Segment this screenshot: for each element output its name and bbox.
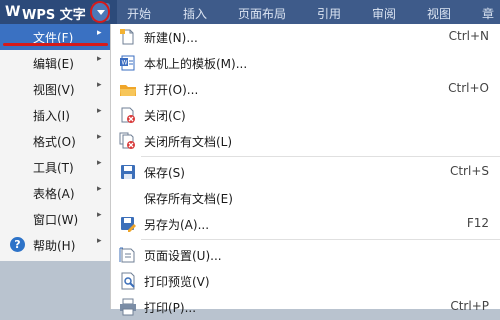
annotation-circle (90, 1, 110, 23)
chevron-right-icon: ▸ (97, 184, 102, 194)
tab-review[interactable]: 审阅 (372, 5, 396, 22)
menu-item-label: 页面设置(U)... (144, 249, 222, 263)
print-preview-icon (121, 272, 135, 290)
menu-item-open[interactable]: 打开(O)... Ctrl+O (111, 76, 500, 102)
page-setup-icon (119, 247, 135, 263)
save-icon (121, 165, 135, 179)
close-document-icon (121, 107, 135, 123)
menu-item-view[interactable]: 视图(V) ▸ (0, 76, 110, 102)
menu-item-table[interactable]: 表格(A) ▸ (0, 180, 110, 206)
menu-item-label: 窗口(W) (33, 213, 79, 227)
menu-separator (141, 239, 500, 240)
menu-item-label: 帮助(H) (33, 239, 76, 253)
menu-item-save[interactable]: 保存(S) Ctrl+S (111, 159, 500, 185)
tab-insert[interactable]: 插入 (183, 5, 207, 22)
menu-item-window[interactable]: 窗口(W) ▸ (0, 206, 110, 232)
shortcut-label: Ctrl+P (450, 299, 489, 313)
chevron-right-icon: ▸ (97, 80, 102, 90)
menu-item-save-all[interactable]: 保存所有文档(E) (111, 185, 500, 211)
menu-item-label: 保存(S) (144, 166, 185, 180)
shortcut-label: Ctrl+N (448, 29, 489, 43)
chevron-right-icon: ▸ (97, 28, 102, 38)
menu-item-label: 格式(O) (33, 135, 76, 149)
print-icon (120, 298, 136, 316)
ribbon-tabs: 开始 插入 页面布局 引用 审阅 视图 章 (117, 0, 500, 24)
title-bar: W WPS 文字 开始 插入 页面布局 引用 审阅 视图 章 (0, 0, 500, 24)
menu-item-label: 保存所有文档(E) (144, 192, 233, 206)
menu-item-label: 打开(O)... (144, 83, 199, 97)
menu-item-format[interactable]: 格式(O) ▸ (0, 128, 110, 154)
svg-text:W: W (122, 60, 128, 67)
menu-separator (141, 156, 500, 157)
menu-item-label: 插入(I) (33, 109, 70, 123)
menu-item-print[interactable]: 打印(P)... Ctrl+P (111, 294, 500, 320)
tab-chapter[interactable]: 章 (482, 5, 494, 22)
menu-item-save-as[interactable]: 另存为(A)... F12 (111, 211, 500, 237)
menu-item-close[interactable]: 关闭(C) (111, 102, 500, 128)
menu-item-label: 新建(N)... (144, 31, 198, 45)
shortcut-label: F12 (466, 216, 489, 230)
close-all-documents-icon (119, 132, 135, 149)
tab-view[interactable]: 视图 (427, 5, 451, 22)
chevron-right-icon: ▸ (97, 210, 102, 220)
menu-item-label: 工具(T) (33, 161, 74, 175)
shortcut-label: Ctrl+S (449, 164, 489, 178)
new-document-icon (120, 29, 134, 45)
main-menu: 文件(F) ▸ 编辑(E) ▸ 视图(V) ▸ 插入(I) ▸ 格式(O) ▸ … (0, 24, 111, 261)
folder-open-icon (120, 85, 136, 96)
menu-item-local-templates[interactable]: W 本机上的模板(M)... (111, 50, 500, 76)
shortcut-label: Ctrl+O (448, 81, 489, 95)
menu-item-help[interactable]: ? 帮助(H) ▸ (0, 232, 110, 258)
menu-item-print-preview[interactable]: 打印预览(V) (111, 268, 500, 294)
menu-item-close-all[interactable]: 关闭所有文档(L) (111, 128, 500, 154)
menu-item-label: 打印预览(V) (144, 275, 210, 289)
annotation-underline (3, 43, 108, 46)
save-as-icon (121, 217, 136, 232)
tab-references[interactable]: 引用 (317, 5, 341, 22)
menu-item-label: 编辑(E) (33, 57, 74, 71)
menu-item-label: 另存为(A)... (144, 218, 210, 232)
tab-home[interactable]: 开始 (127, 5, 151, 22)
chevron-right-icon: ▸ (97, 132, 102, 142)
help-icon: ? (10, 237, 25, 252)
template-icon: W (120, 55, 135, 71)
wps-logo-icon: W (5, 4, 21, 20)
file-submenu: 新建(N)... Ctrl+N W 本机上的模板(M)... 打开(O)... … (110, 24, 500, 316)
menu-item-page-setup[interactable]: 页面设置(U)... (111, 242, 500, 268)
menu-item-new[interactable]: 新建(N)... Ctrl+N (111, 24, 500, 50)
chevron-right-icon: ▸ (97, 106, 102, 116)
menu-item-tools[interactable]: 工具(T) ▸ (0, 154, 110, 180)
menu-item-label: 表格(A) (33, 187, 75, 201)
chevron-right-icon: ▸ (97, 54, 102, 64)
chevron-right-icon: ▸ (97, 158, 102, 168)
menu-item-label: 打印(P)... (144, 301, 197, 315)
menu-item-insert[interactable]: 插入(I) ▸ (0, 102, 110, 128)
menu-item-label: 视图(V) (33, 83, 75, 97)
menu-item-label: 本机上的模板(M)... (144, 57, 248, 71)
app-title: WPS 文字 (22, 8, 86, 23)
menu-item-file[interactable]: 文件(F) ▸ (0, 24, 110, 50)
menu-item-label: 关闭所有文档(L) (144, 135, 233, 149)
chevron-right-icon: ▸ (97, 236, 102, 246)
menu-item-label: 关闭(C) (144, 109, 186, 123)
menu-item-edit[interactable]: 编辑(E) ▸ (0, 50, 110, 76)
tab-page-layout[interactable]: 页面布局 (238, 5, 286, 22)
